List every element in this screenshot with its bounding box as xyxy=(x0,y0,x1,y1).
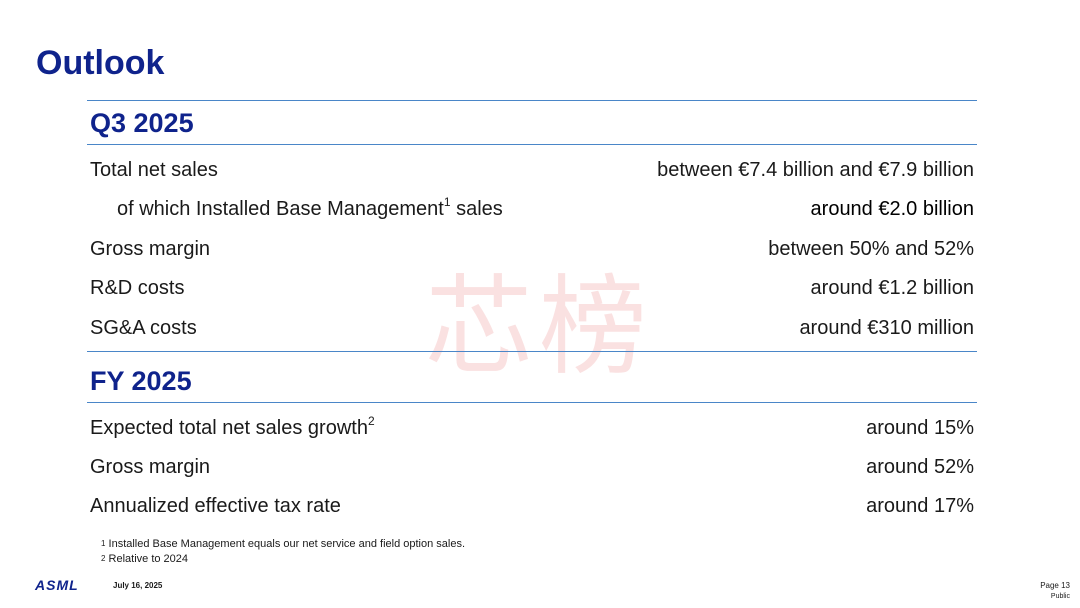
footnote-1: 1 Installed Base Management equals our n… xyxy=(101,537,465,552)
q3-row-installed-base: of which Installed Base Management1 sale… xyxy=(90,195,974,223)
row-label: Gross margin xyxy=(90,237,211,260)
footnote-mark: 1 xyxy=(101,539,106,548)
row-label: of which Installed Base Management1 sale… xyxy=(90,194,503,221)
row-label-suffix: sales xyxy=(450,197,503,220)
row-label: Gross margin xyxy=(90,455,211,478)
row-value: around €1.2 billion xyxy=(810,276,974,299)
row-label-text: of which Installed Base Management xyxy=(117,197,444,220)
footnote-mark: 2 xyxy=(101,554,106,563)
row-label: Total net sales xyxy=(90,158,218,181)
row-value: around 52% xyxy=(866,455,974,478)
fy-row-gross-margin: Gross margin around 52% xyxy=(90,453,974,481)
section-heading-q3: Q3 2025 xyxy=(90,108,194,138)
section-rule-top-fy xyxy=(87,351,977,352)
section-rule-top-q3 xyxy=(87,100,977,101)
footnotes: 1 Installed Base Management equals our n… xyxy=(101,537,465,567)
footnote-mark: 1 xyxy=(443,194,451,209)
q3-row-gross-margin: Gross margin between 50% and 52% xyxy=(90,235,974,263)
q3-row-total-net-sales: Total net sales between €7.4 billion and… xyxy=(90,156,974,184)
footnote-2: 2 Relative to 2024 xyxy=(101,552,465,567)
section-heading-fy: FY 2025 xyxy=(90,366,192,396)
footnote-text: Installed Base Management equals our net… xyxy=(108,538,466,550)
page-number: Page 13 xyxy=(1040,581,1070,590)
row-value: around €2.0 billion xyxy=(810,197,974,220)
row-value: between 50% and 52% xyxy=(768,237,974,260)
row-label-text: Expected total net sales growth xyxy=(90,416,368,439)
section-rule-q3-heading xyxy=(87,144,977,145)
classification-label: Public xyxy=(1050,593,1070,600)
fy-row-sales-growth: Expected total net sales growth2 around … xyxy=(90,414,974,442)
row-label: Expected total net sales growth2 xyxy=(90,413,375,440)
section-rule-fy-heading xyxy=(87,402,977,403)
asml-logo: ASML xyxy=(35,577,79,593)
row-value: around 15% xyxy=(866,416,974,439)
footnote-text: Relative to 2024 xyxy=(108,553,189,565)
row-value: around €310 million xyxy=(799,316,974,339)
footnote-mark: 2 xyxy=(367,413,375,428)
fy-row-tax-rate: Annualized effective tax rate around 17% xyxy=(90,492,974,520)
q3-row-rd-costs: R&D costs around €1.2 billion xyxy=(90,274,974,302)
footer-date: July 16, 2025 xyxy=(113,581,163,590)
row-label: R&D costs xyxy=(90,276,185,299)
row-value: between €7.4 billion and €7.9 billion xyxy=(657,158,974,181)
row-label: SG&A costs xyxy=(90,316,197,339)
row-label: Annualized effective tax rate xyxy=(90,494,341,517)
row-value: around 17% xyxy=(866,494,974,517)
q3-row-sga-costs: SG&A costs around €310 million xyxy=(90,314,974,342)
page-title: Outlook xyxy=(36,44,165,82)
